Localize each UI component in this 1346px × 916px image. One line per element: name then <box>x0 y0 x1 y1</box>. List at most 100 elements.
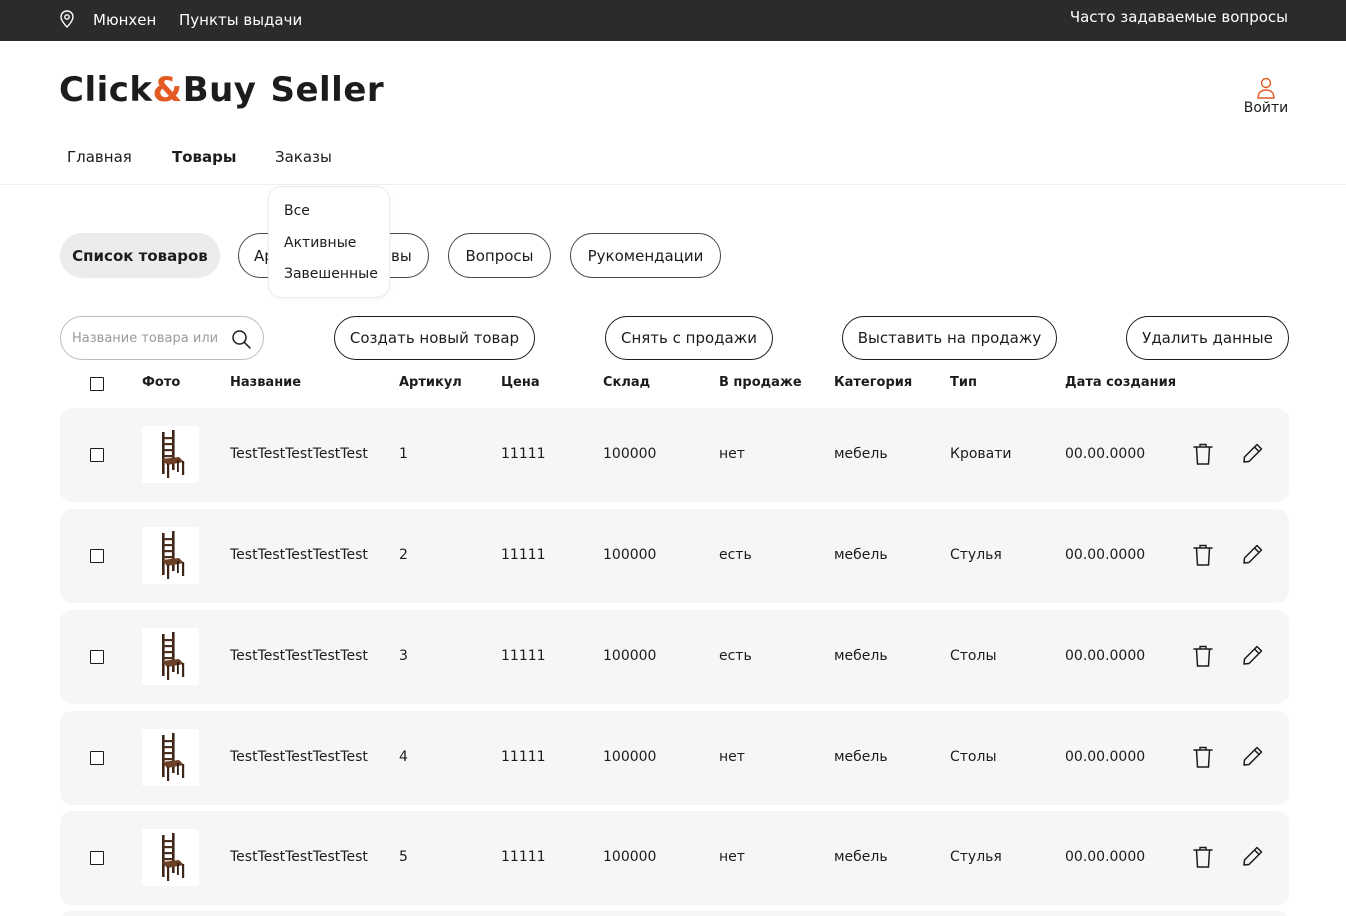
trash-icon[interactable] <box>1193 645 1213 667</box>
cell-sku: 2 <box>399 547 408 563</box>
logo-ampersand: & <box>152 70 183 110</box>
dropdown-item-all[interactable]: Все <box>284 203 310 219</box>
cell-category: мебель <box>834 849 888 865</box>
cell-stock: 100000 <box>603 547 657 563</box>
chair-icon <box>162 733 185 781</box>
cell-date: 00.00.0000 <box>1065 849 1146 865</box>
pencil-icon[interactable] <box>1242 745 1264 767</box>
search-input[interactable] <box>72 328 227 348</box>
pickup-points-link[interactable]: Пункты выдачи <box>179 11 302 29</box>
trash-icon[interactable] <box>1193 746 1213 768</box>
column-header-type[interactable]: Тип <box>950 375 977 390</box>
cell-stock: 100000 <box>603 749 657 765</box>
cell-price: 11111 <box>501 749 546 765</box>
logo[interactable]: Click&Buy Seller <box>59 70 384 110</box>
trash-icon[interactable] <box>1193 443 1213 465</box>
put-on-sale-button[interactable]: Выставить на продажу <box>842 316 1057 360</box>
table-row[interactable]: TestTestTestTestTest 5 11111 100000 нет мебел… <box>60 811 1289 905</box>
dropdown-item-completed[interactable]: Завешенные <box>284 266 378 282</box>
column-header-category[interactable]: Категория <box>834 375 912 390</box>
product-photo[interactable] <box>142 829 199 886</box>
nav-item-products[interactable]: Товары <box>172 148 236 166</box>
faq-link[interactable]: Часто задаваемые вопросы <box>1070 8 1288 26</box>
create-product-button[interactable]: Создать новый товар <box>334 316 535 360</box>
cell-sku: 4 <box>399 749 408 765</box>
login-label: Войти <box>1243 100 1289 116</box>
cell-date: 00.00.0000 <box>1065 446 1146 462</box>
pencil-icon[interactable] <box>1242 644 1264 666</box>
user-icon <box>1257 77 1275 99</box>
column-header-on-sale[interactable]: В продаже <box>719 375 802 390</box>
cell-name: TestTestTestTestTest <box>230 547 368 563</box>
cell-type: Стулья <box>950 547 1002 563</box>
column-header-price[interactable]: Цена <box>501 375 540 390</box>
pencil-icon[interactable] <box>1242 442 1264 464</box>
pencil-icon[interactable] <box>1242 543 1264 565</box>
cell-price: 11111 <box>501 849 546 865</box>
chair-icon <box>162 430 185 478</box>
table-row[interactable]: TestTestTestTestTest 4 11111 100000 нет мебел… <box>60 711 1289 805</box>
cell-type: Кровати <box>950 446 1012 462</box>
tab-questions[interactable]: Вопросы <box>448 233 551 278</box>
column-header-sku[interactable]: Артикул <box>399 375 462 390</box>
city-selector[interactable]: Мюнхен <box>93 11 156 29</box>
cell-type: Столы <box>950 648 997 664</box>
table-row[interactable]: TestTestTestTestTest 2 11111 100000 есть мебе… <box>60 509 1289 603</box>
nav-item-orders[interactable]: Заказы <box>275 148 332 166</box>
product-photo[interactable] <box>142 729 199 786</box>
table-row[interactable]: TestTestTestTestTest 1 11111 100000 нет мебел… <box>60 408 1289 502</box>
table-row-partial <box>60 911 1289 916</box>
cell-date: 00.00.0000 <box>1065 547 1146 563</box>
cell-name: TestTestTestTestTest <box>230 446 368 462</box>
trash-icon[interactable] <box>1193 544 1213 566</box>
orders-dropdown-menu: Все Активные Завешенные <box>268 186 390 298</box>
cell-type: Стулья <box>950 849 1002 865</box>
logo-text-click: Click <box>59 70 153 110</box>
product-photo[interactable] <box>142 527 199 584</box>
cell-name: TestTestTestTestTest <box>230 749 368 765</box>
pencil-icon[interactable] <box>1242 845 1264 867</box>
cell-on-sale: нет <box>719 446 745 462</box>
chair-icon <box>162 531 185 579</box>
map-pin-icon <box>60 10 74 28</box>
row-checkbox[interactable] <box>90 751 104 765</box>
cell-date: 00.00.0000 <box>1065 648 1146 664</box>
row-checkbox[interactable] <box>90 650 104 664</box>
header-divider <box>0 184 1346 185</box>
column-header-name[interactable]: Название <box>230 375 301 390</box>
cell-on-sale: есть <box>719 648 752 664</box>
dropdown-item-active[interactable]: Активные <box>284 235 356 251</box>
cell-sku: 5 <box>399 849 408 865</box>
cell-name: TestTestTestTestTest <box>230 849 368 865</box>
cell-on-sale: нет <box>719 849 745 865</box>
cell-stock: 100000 <box>603 648 657 664</box>
column-header-stock[interactable]: Склад <box>603 375 650 390</box>
top-bar: Мюнхен Пункты выдачи Часто задаваемые во… <box>0 0 1346 41</box>
cell-price: 11111 <box>501 547 546 563</box>
logo-seller: Seller <box>270 70 385 110</box>
tab-product-list[interactable]: Список товаров <box>60 233 220 278</box>
product-photo[interactable] <box>142 426 199 483</box>
login-button[interactable]: Войти <box>1236 77 1296 116</box>
column-header-photo: Фото <box>142 375 181 390</box>
delete-data-button[interactable]: Удалить данные <box>1126 316 1289 360</box>
table-row[interactable]: TestTestTestTestTest 3 11111 100000 есть мебе… <box>60 610 1289 704</box>
nav-item-home[interactable]: Главная <box>67 148 132 166</box>
cell-category: мебель <box>834 749 888 765</box>
search-icon[interactable] <box>231 329 251 349</box>
cell-price: 11111 <box>501 648 546 664</box>
tab-archive-label-end: вы <box>391 247 412 265</box>
row-checkbox[interactable] <box>90 851 104 865</box>
row-checkbox[interactable] <box>90 549 104 563</box>
cell-category: мебель <box>834 648 888 664</box>
cell-on-sale: нет <box>719 749 745 765</box>
logo-text-buy: Buy <box>182 70 257 110</box>
row-checkbox[interactable] <box>90 448 104 462</box>
product-photo[interactable] <box>142 628 199 685</box>
chair-icon <box>162 833 185 881</box>
tab-recommendations[interactable]: Рукомендации <box>570 233 721 278</box>
remove-from-sale-button[interactable]: Снять с продажи <box>605 316 773 360</box>
column-header-date[interactable]: Дата создания <box>1065 375 1176 390</box>
trash-icon[interactable] <box>1193 846 1213 868</box>
select-all-checkbox[interactable] <box>90 377 104 391</box>
